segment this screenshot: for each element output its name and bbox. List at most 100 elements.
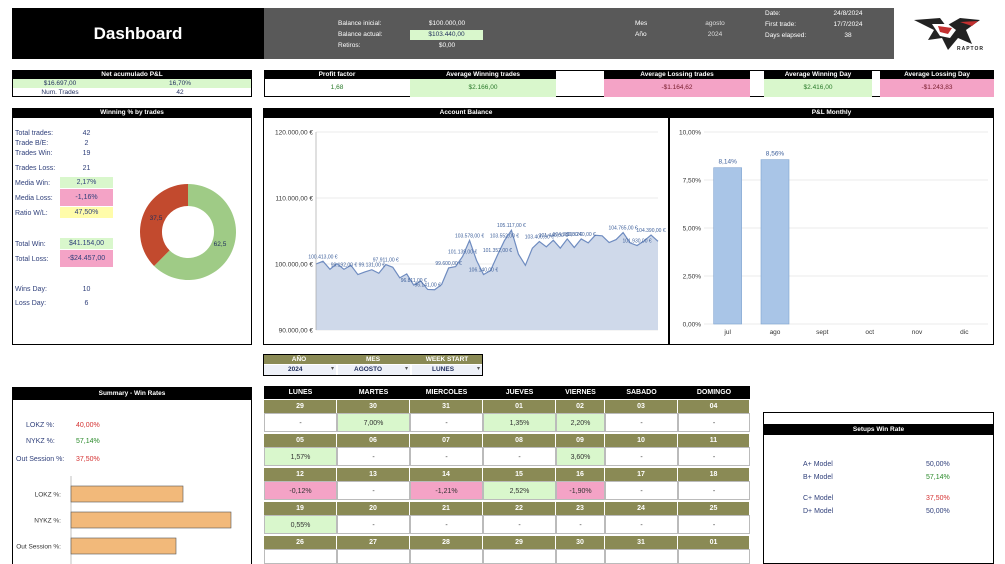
y-tick-label: 7,50%	[683, 178, 702, 185]
calendar-day-value[interactable]: -	[605, 515, 678, 534]
media-loss-value: -1,16%	[60, 189, 113, 206]
calendar-date: 25	[678, 502, 750, 515]
calendar-day-value[interactable]: -1,90%	[556, 481, 605, 500]
calendar-day-value[interactable]: 3,60%	[556, 447, 605, 466]
calendar-day-value[interactable]: -	[337, 447, 410, 466]
calendar-day-header: SABADO	[605, 386, 678, 399]
avg-loss-day-value: -$1.243,83	[880, 79, 994, 97]
calendar-day-value[interactable]: -	[678, 481, 750, 500]
calendar-day-value[interactable]	[337, 549, 410, 564]
calendar-day-value[interactable]: -	[605, 413, 678, 432]
loss-day-value: 6	[84, 300, 89, 307]
calendar-day-value[interactable]	[556, 549, 605, 564]
calendar-day-value[interactable]: -	[264, 413, 337, 432]
summary-lokz-value: 40,00%	[76, 422, 100, 429]
setup-a-value: 50,00%	[926, 461, 950, 468]
winning-title: Winning % by trades	[12, 108, 252, 118]
calendar-day-header: DOMINGO	[678, 386, 750, 399]
calendar-day-value[interactable]	[410, 549, 483, 564]
calendar-date: 28	[410, 536, 483, 549]
calendar-date: 15	[483, 468, 556, 481]
avg-win-day-header: Average Winning Day	[764, 70, 872, 79]
calendar-day-value[interactable]: -	[605, 447, 678, 466]
setups-title: Setups Win Rate	[763, 424, 994, 435]
calendar-day-value[interactable]: -	[678, 413, 750, 432]
x-tick-label: jul	[723, 329, 731, 336]
filter-mes-dropdown[interactable]: AGOSTO ▾	[338, 365, 410, 375]
balance-data-label: 97.911,00 €	[373, 258, 399, 264]
anio-value: 2024	[707, 31, 723, 38]
calendar-day-value[interactable]: 2,20%	[556, 413, 605, 432]
setup-a-label: A+ Model	[803, 461, 833, 468]
calendar-date: 01	[678, 536, 750, 549]
calendar-date: 19	[264, 502, 337, 515]
wins-day-value: 10	[82, 286, 91, 293]
calendar-day-value[interactable]: -	[337, 481, 410, 500]
x-tick-label: oct	[865, 329, 874, 336]
profit-factor-value: 1,68	[330, 84, 344, 91]
calendar-date: 26	[264, 536, 337, 549]
filter-week-dropdown[interactable]: LUNES ▾	[412, 365, 482, 375]
logo: RAPTOR	[902, 8, 992, 59]
calendar-date: 22	[483, 502, 556, 515]
calendar-day-value[interactable]: -0,12%	[264, 481, 337, 500]
calendar-date: 11	[678, 434, 750, 447]
calendar-day-value[interactable]: -	[410, 515, 483, 534]
y-tick-label: 10,00%	[679, 130, 701, 137]
calendar-day-value[interactable]	[678, 549, 750, 564]
y-tick-label: 100.000,00 €	[275, 262, 313, 269]
calendar-date: 29	[483, 536, 556, 549]
balance-data-label: 103.552,00 €	[490, 234, 519, 240]
calendar-day-value[interactable]: -	[410, 447, 483, 466]
calendar-day-value[interactable]: 7,00%	[337, 413, 410, 432]
balance-data-label: 99.131,00 €	[359, 263, 386, 269]
calendar-day-header: VIERNES	[556, 386, 605, 399]
calendar-day-value[interactable]	[264, 549, 337, 564]
summary-bar-chart: LOKZ %: NYKZ %: Out Session %:	[16, 476, 232, 564]
calendar-date: 31	[410, 400, 483, 413]
calendar-day-value[interactable]: -1,21%	[410, 481, 483, 500]
calendar-date: 20	[337, 502, 410, 515]
calendar-date: 06	[337, 434, 410, 447]
calendar-day-value[interactable]	[605, 549, 678, 564]
total-win-label: Total Win:	[15, 241, 46, 248]
calendar-day-value[interactable]	[483, 549, 556, 564]
setup-b-value: 57,14%	[926, 474, 950, 481]
summary-out-label: Out Session %:	[16, 456, 65, 463]
calendar-date: 23	[556, 502, 605, 515]
calendar-day-value[interactable]: -	[678, 447, 750, 466]
retiros-value: $0,00	[438, 42, 456, 49]
calendar-day-value[interactable]: -	[410, 413, 483, 432]
balance-actual-label: Balance actual:	[338, 31, 383, 38]
calendar-day-value[interactable]: -	[337, 515, 410, 534]
profit-factor-header: Profit factor	[264, 70, 410, 79]
first-trade-value: 17/7/2024	[833, 21, 863, 28]
calendar-day-value[interactable]: 0,55%	[264, 515, 337, 534]
calendar-day-value[interactable]: 1,35%	[483, 413, 556, 432]
first-trade-label: First trade:	[765, 21, 797, 28]
total-loss-value: -$24.457,00	[60, 250, 113, 267]
filter-anio-label: AÑO	[291, 356, 307, 363]
balance-data-label: 99.600,00 €	[435, 261, 462, 267]
calendar-day-value[interactable]: 1,57%	[264, 447, 337, 466]
x-tick-label: sept	[816, 329, 828, 336]
total-win-value: $41.154,00	[60, 238, 113, 249]
calendar-day-value[interactable]: -	[678, 515, 750, 534]
filter-mes-label: MES	[365, 356, 381, 363]
calendar-day-value[interactable]: -	[483, 515, 556, 534]
calendar-day-value[interactable]: -	[605, 481, 678, 500]
setup-b-label: B+ Model	[803, 474, 833, 481]
total-trades-value: 42	[82, 130, 91, 137]
summary-bar	[70, 537, 177, 555]
y-tick-label: 110.000,00 €	[276, 196, 314, 203]
filter-anio-dropdown[interactable]: 2024 ▾	[264, 365, 336, 375]
calendar-day-value[interactable]: 2,52%	[483, 481, 556, 500]
monthly-bar	[713, 167, 742, 325]
pl-monthly-chart: 0,00% 2,50% 5,00% 7,50% 10,00% 8,14% jul 8,56% a…	[679, 130, 988, 336]
calendar-date: 30	[556, 536, 605, 549]
loss-day-label: Loss Day:	[15, 300, 47, 307]
calendar-day-value[interactable]: -	[556, 515, 605, 534]
total-loss-label: Total Loss:	[15, 256, 49, 263]
calendar-day-value[interactable]: -	[483, 447, 556, 466]
net-pl-value: $16.697,00	[43, 80, 77, 87]
